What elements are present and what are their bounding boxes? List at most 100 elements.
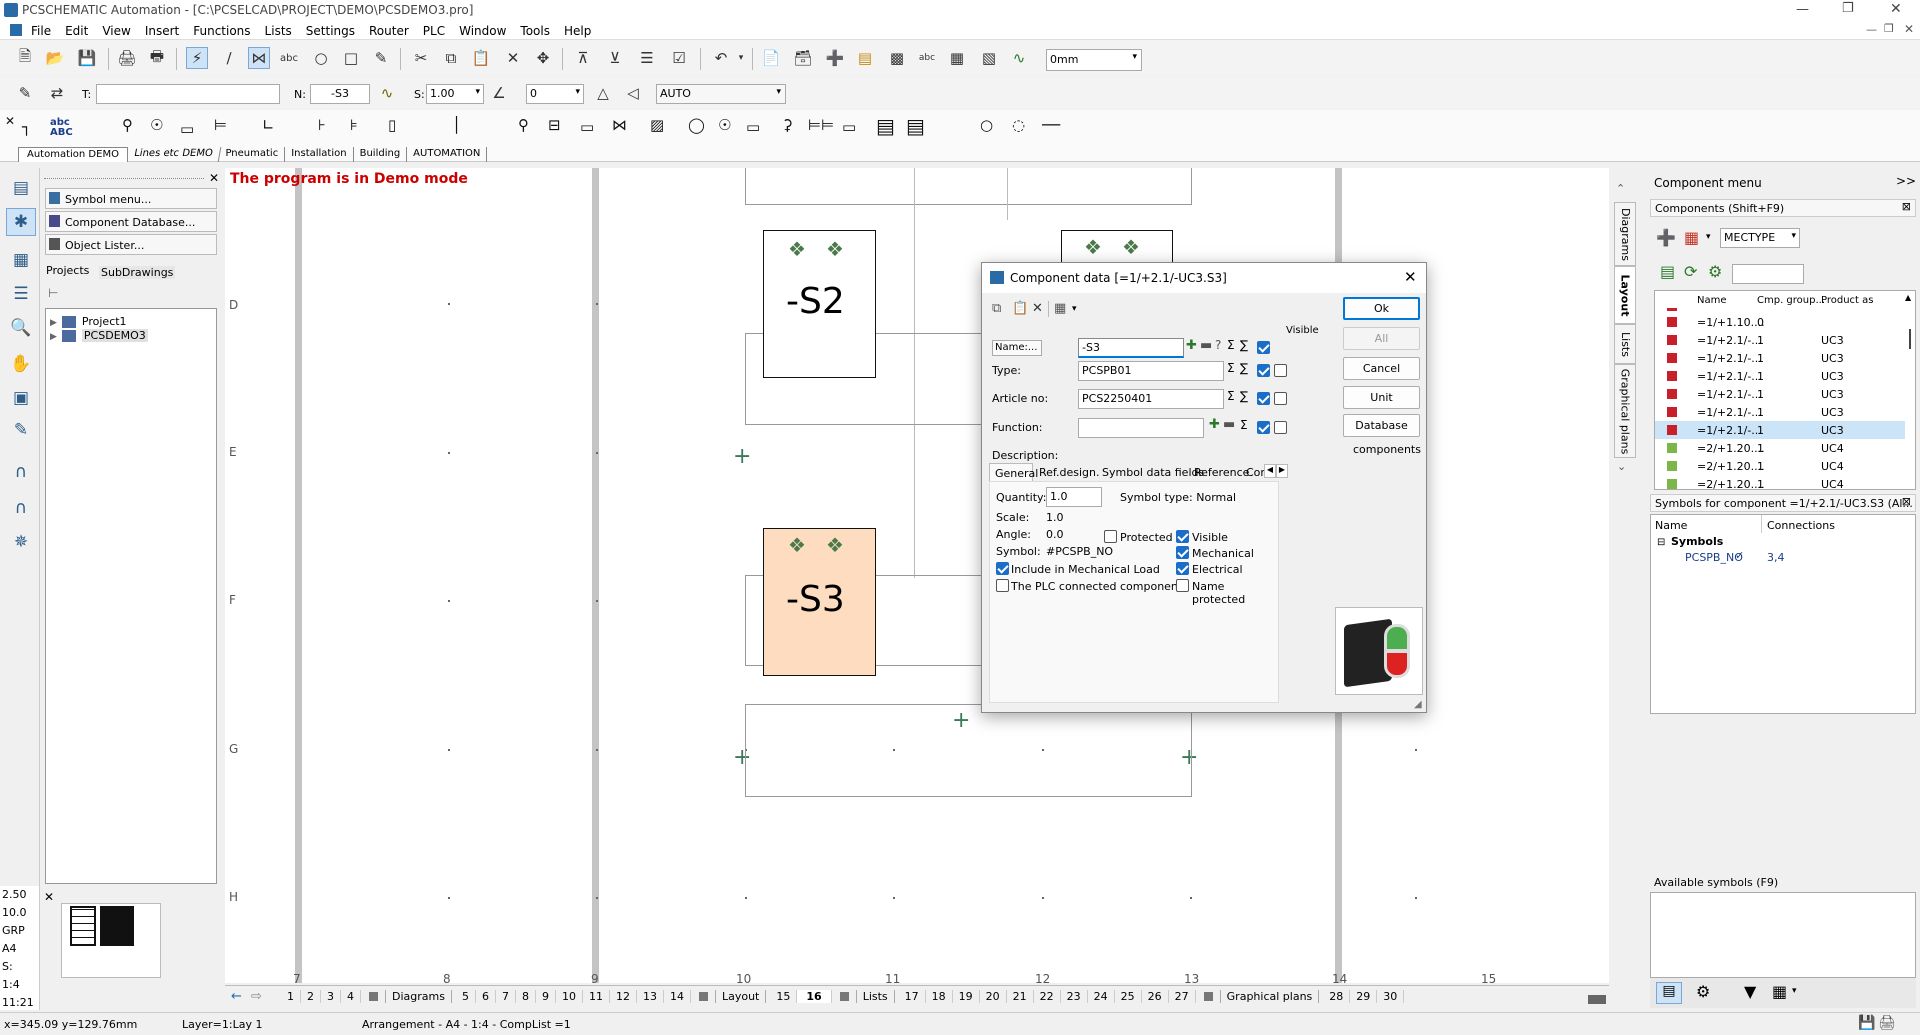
terminal-icon[interactable]: ▧: [978, 47, 1000, 69]
tab-scroll-left-icon[interactable]: ◀: [1264, 464, 1276, 478]
function-input[interactable]: [1078, 418, 1204, 438]
coil-symbol[interactable]: ▭: [180, 120, 194, 138]
include-mech-checkbox[interactable]: [996, 562, 1009, 575]
switch-symbol[interactable]: ∟: [262, 116, 275, 134]
page-tab[interactable]: 30: [1377, 990, 1405, 1003]
contact-symbol[interactable]: ⊨: [214, 116, 227, 134]
cabinet-icon[interactable]: ▩: [886, 47, 908, 69]
save-icon[interactable]: 💾: [76, 47, 98, 69]
collapse-icon[interactable]: ⊟: [1657, 537, 1665, 548]
component-filter-input[interactable]: [1732, 264, 1804, 284]
question-icon[interactable]: ?: [1215, 338, 1221, 352]
rect-symbol[interactable]: ▭: [842, 118, 856, 136]
magnet-icon[interactable]: ∩: [6, 458, 36, 486]
align-down-icon[interactable]: ⊻: [604, 47, 626, 69]
wire-symbol[interactable]: ┐: [22, 118, 31, 136]
type-input[interactable]: PCSPB01: [1078, 361, 1224, 381]
circle-symbol[interactable]: ○: [980, 116, 993, 134]
table-row[interactable]: =1/+2.1/-... 1 UC3: [1655, 331, 1905, 349]
visible-checkbox[interactable]: [1176, 530, 1189, 543]
type-extra-checkbox[interactable]: [1274, 364, 1287, 377]
select-icon[interactable]: ✱: [6, 208, 36, 236]
settings-icon[interactable]: ⚙: [1708, 262, 1722, 281]
page-tab[interactable]: 13: [637, 990, 664, 1003]
page-tab[interactable]: 19: [953, 990, 980, 1003]
page-tab[interactable]: 18: [926, 990, 953, 1003]
rotate-icon[interactable]: ◁: [622, 82, 644, 104]
menu-file[interactable]: File: [31, 24, 51, 38]
component-icon[interactable]: ➕: [824, 47, 846, 69]
delete-icon[interactable]: ✕: [502, 47, 524, 69]
name-protected-checkbox[interactable]: [1176, 579, 1189, 592]
undo-dropdown-icon[interactable]: ▾: [730, 47, 752, 69]
close-small-icon[interactable]: ✕: [5, 114, 15, 128]
menu-window[interactable]: Window: [459, 24, 506, 38]
table-row[interactable]: =2/+1.20.... 1 UC4: [1655, 457, 1905, 475]
add-component-icon[interactable]: ➕: [1656, 228, 1676, 247]
scroll-up-icon[interactable]: ▲: [1905, 293, 1911, 302]
lamp-symbol[interactable]: ⚲: [518, 116, 529, 134]
page-tab[interactable]: 15: [770, 990, 798, 1003]
vtab-scroll-up-icon[interactable]: ⌃: [1616, 182, 1625, 195]
symbol-tab-building[interactable]: Building: [354, 147, 408, 162]
page-tab[interactable]: 29: [1350, 990, 1378, 1003]
zoom-icon[interactable]: 🔍: [6, 314, 36, 342]
switch2-symbol[interactable]: ⊦: [318, 116, 326, 134]
align-up-icon[interactable]: ⊼: [572, 47, 594, 69]
symbol-tab-lines[interactable]: Lines etc DEMO: [126, 147, 221, 162]
sum-icon[interactable]: Σ: [1227, 361, 1235, 375]
page-icon[interactable]: 📄: [760, 47, 782, 69]
text-tool-icon[interactable]: abc: [278, 47, 300, 69]
list-icon[interactable]: ☰: [636, 47, 658, 69]
menu-edit[interactable]: Edit: [65, 24, 88, 38]
gear-icon[interactable]: ⚙: [1696, 982, 1710, 1001]
page-tab[interactable]: 27: [1169, 990, 1196, 1003]
doc-restore-icon[interactable]: ❐: [1884, 22, 1894, 35]
page-tab[interactable]: 24: [1088, 990, 1115, 1003]
resize-grip-icon[interactable]: ◢: [1414, 699, 1422, 710]
fuse-symbol[interactable]: ▯: [388, 116, 396, 134]
vtab-graphical-plans[interactable]: Graphical plans: [1614, 364, 1636, 458]
database-icon[interactable]: 🗃: [792, 47, 814, 69]
menu-view[interactable]: View: [102, 24, 130, 38]
terminal-symbol[interactable]: ⊟: [548, 116, 561, 134]
page-tab[interactable]: 5: [456, 990, 476, 1003]
page-tab-lists[interactable]: Lists: [855, 990, 895, 1003]
scale-select[interactable]: 1.00 ▾: [426, 84, 484, 104]
ok-button[interactable]: Ok: [1343, 297, 1420, 320]
auto-select[interactable]: AUTO ▾: [656, 84, 786, 104]
symbol-tab-installation[interactable]: Installation: [285, 147, 354, 162]
plc-connected-checkbox[interactable]: [996, 579, 1009, 592]
symbols-column-connections[interactable]: Connections: [1767, 519, 1835, 532]
replace-icon[interactable]: ⇄: [46, 82, 68, 104]
article-extra-checkbox[interactable]: [1274, 392, 1287, 405]
maximize-icon[interactable]: ❐: [1842, 1, 1854, 16]
menu-plc[interactable]: PLC: [423, 24, 445, 38]
menu-insert[interactable]: Insert: [145, 24, 179, 38]
page-tab[interactable]: 9: [536, 990, 556, 1003]
open-file-icon[interactable]: 📂: [44, 47, 66, 69]
panel-close-icon[interactable]: ✕: [209, 171, 219, 185]
article-input[interactable]: PCS2250401: [1078, 389, 1224, 409]
protected-checkbox[interactable]: [1104, 530, 1117, 543]
grid-tool-icon[interactable]: ✵: [6, 528, 36, 556]
frame-symbol[interactable]: ▤: [876, 114, 895, 138]
object-lister-button[interactable]: Object Lister...: [45, 234, 217, 255]
symbol-menu-button[interactable]: Symbol menu...: [45, 188, 217, 209]
v-scrollbar-thumb[interactable]: [1909, 329, 1911, 349]
paste-icon[interactable]: 📋: [470, 47, 492, 69]
pin-icon[interactable]: ⊠: [1902, 200, 1911, 213]
motor-symbol[interactable]: ☉: [150, 116, 163, 134]
add-icon[interactable]: ✚: [1186, 338, 1197, 353]
lightning-icon[interactable]: ⚡: [186, 47, 208, 69]
dropdown-icon[interactable]: ▾: [1706, 232, 1711, 242]
column-header-group[interactable]: Cmp. group...: [1757, 295, 1825, 306]
wave-icon[interactable]: ∿: [1008, 47, 1030, 69]
line-tool-icon[interactable]: ∕: [218, 47, 240, 69]
n-input[interactable]: -S3: [310, 84, 370, 104]
component-tool-icon[interactable]: ▦: [1054, 301, 1066, 316]
component-s2[interactable]: ❖ ❖ -S2: [763, 230, 876, 378]
page-tab[interactable]: 7: [496, 990, 516, 1003]
minus-icon[interactable]: ▬: [1223, 417, 1235, 432]
undo-icon[interactable]: ↶: [710, 47, 732, 69]
